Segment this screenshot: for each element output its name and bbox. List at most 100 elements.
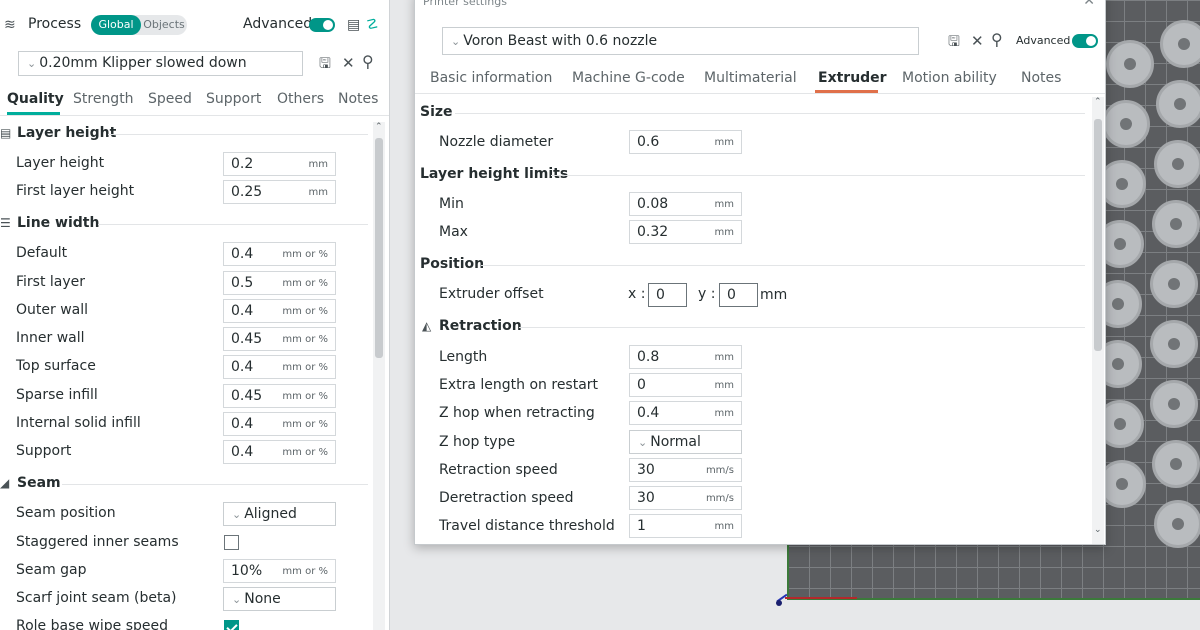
section-retraction: ◭ Retraction [422, 318, 522, 334]
deretraction-speed-label: Deretraction speed [439, 490, 574, 506]
share-icon[interactable]: ☡ [366, 16, 379, 34]
offset-unit: mm [760, 287, 788, 303]
process-preset-value: 0.20mm Klipper slowed down [39, 55, 247, 71]
tab-basic-information[interactable]: Basic information [430, 70, 552, 86]
section-seam: ◢ Seam [0, 475, 61, 491]
global-option[interactable]: Global [91, 15, 141, 35]
min-layer-height-input[interactable]: 0.08 mm [629, 192, 742, 216]
dialog-scrollbar-thumb[interactable] [1094, 119, 1102, 351]
printer-preset-value: Voron Beast with 0.6 nozzle [463, 33, 658, 49]
section-seam-title: Seam [17, 475, 61, 491]
offset-x-input[interactable]: 0 [648, 283, 687, 307]
section-layer-height: ▤ Layer height [0, 125, 116, 141]
tab-multimaterial[interactable]: Multimaterial [704, 70, 797, 86]
z-hop-input[interactable]: 0.4 mm [629, 401, 742, 425]
travel-threshold-input[interactable]: 1 mm [629, 514, 742, 538]
process-scrollbar[interactable]: ⌃ [373, 122, 385, 630]
model-part[interactable] [1152, 200, 1200, 248]
line-default-value: 0.4 [231, 246, 254, 262]
tab-support[interactable]: Support [206, 91, 261, 107]
retraction-speed-input[interactable]: 30 mm/s [629, 458, 742, 482]
save-icon[interactable]: 🖫 [948, 33, 960, 51]
line-inner-wall-input[interactable]: 0.45 mm or % [223, 327, 336, 351]
line-support-input[interactable]: 0.4 mm or % [223, 440, 336, 464]
tab-machine-gcode[interactable]: Machine G-code [572, 70, 685, 86]
line-first-layer-input[interactable]: 0.5 mm or % [223, 271, 336, 295]
advanced-toggle[interactable] [309, 18, 335, 32]
tab-speed[interactable]: Speed [148, 91, 192, 107]
tab-extruder[interactable]: Extruder [818, 70, 887, 86]
advanced-toggle[interactable] [1072, 34, 1098, 48]
save-icon[interactable]: 🖫 [319, 55, 331, 73]
model-part[interactable] [1106, 40, 1154, 88]
line-outer-wall-input[interactable]: 0.4 mm or % [223, 299, 336, 323]
role-wipe-speed-checkbox[interactable] [224, 620, 239, 630]
dialog-close-icon[interactable]: ✕ [1083, 0, 1095, 9]
process-scrollbar-thumb[interactable] [375, 138, 383, 358]
search-icon[interactable]: ⚲ [362, 53, 374, 71]
process-preset-select[interactable]: ⌄ 0.20mm Klipper slowed down [18, 51, 303, 76]
max-layer-height-label: Max [439, 224, 468, 240]
search-icon[interactable]: ⚲ [991, 31, 1003, 49]
min-layer-height-label: Min [439, 196, 464, 212]
seam-gap-label: Seam gap [16, 562, 87, 578]
model-part[interactable] [1150, 380, 1198, 428]
extra-length-label: Extra length on restart [439, 377, 599, 393]
extra-length-input[interactable]: 0 mm [629, 373, 742, 397]
scarf-seam-select[interactable]: ⌄ None [223, 587, 336, 611]
close-icon[interactable]: ✕ [342, 54, 355, 72]
model-part[interactable] [1156, 80, 1200, 128]
tab-strength[interactable]: Strength [73, 91, 134, 107]
max-layer-height-input[interactable]: 0.32 mm [629, 220, 742, 244]
tab-others[interactable]: Others [277, 91, 324, 107]
line-top-surface-input[interactable]: 0.4 mm or % [223, 355, 336, 379]
nozzle-diameter-input[interactable]: 0.6 mm [629, 130, 742, 154]
compare-icon[interactable]: ▤ [347, 16, 360, 34]
line-default-input[interactable]: 0.4 mm or % [223, 242, 336, 266]
objects-option[interactable]: Objects [141, 15, 187, 35]
deretraction-speed-input[interactable]: 30 mm/s [629, 486, 742, 510]
tab-quality[interactable]: Quality [7, 91, 64, 107]
seam-gap-input[interactable]: 10% mm or % [223, 559, 336, 583]
model-part[interactable] [1154, 500, 1200, 548]
model-part[interactable] [1150, 320, 1198, 368]
model-part[interactable] [1152, 440, 1200, 488]
scroll-down-icon[interactable]: ⌄ [1094, 525, 1102, 535]
first-layer-height-input[interactable]: 0.25 mm [223, 180, 336, 204]
model-part[interactable] [1102, 100, 1150, 148]
section-divider [519, 327, 1085, 328]
model-part[interactable] [1160, 20, 1200, 68]
global-objects-switch[interactable]: Global Objects [91, 15, 187, 35]
seam-position-select[interactable]: ⌄ Aligned [223, 502, 336, 526]
model-part[interactable] [1154, 140, 1200, 188]
retraction-icon: ◭ [422, 319, 432, 333]
line-top-surface-value: 0.4 [231, 359, 254, 375]
line-sparse-infill-input[interactable]: 0.45 mm or % [223, 384, 336, 408]
line-sparse-infill-value: 0.45 [231, 388, 263, 404]
tab-notes[interactable]: Notes [1021, 70, 1061, 86]
extruder-offset-label: Extruder offset [439, 286, 544, 302]
x-axis-indicator [785, 597, 857, 599]
offset-y-input[interactable]: 0 [719, 283, 758, 307]
z-hop-type-select[interactable]: ⌄ Normal [629, 430, 742, 454]
dialog-scrollbar[interactable]: ⌃ ⌄ [1092, 97, 1104, 544]
retract-length-input[interactable]: 0.8 mm [629, 345, 742, 369]
scroll-up-icon[interactable]: ⌃ [375, 122, 383, 132]
layer-height-input[interactable]: 0.2 mm [223, 152, 336, 176]
close-icon[interactable]: ✕ [971, 32, 984, 50]
first-layer-height-label: First layer height [16, 183, 135, 199]
line-internal-solid-input[interactable]: 0.4 mm or % [223, 412, 336, 436]
section-position: Position [420, 256, 485, 272]
model-part[interactable] [1150, 260, 1198, 308]
staggered-seams-checkbox[interactable] [224, 535, 239, 550]
advanced-label: Advanced [1016, 34, 1071, 47]
section-divider [98, 224, 368, 225]
printer-preset-select[interactable]: ⌄ Voron Beast with 0.6 nozzle [442, 27, 919, 55]
build-plate-edge [787, 540, 1200, 600]
scroll-up-icon[interactable]: ⌃ [1094, 97, 1102, 107]
tab-notes[interactable]: Notes [338, 91, 378, 107]
tab-motion-ability[interactable]: Motion ability [902, 70, 997, 86]
line-default-unit: mm or % [282, 249, 328, 260]
line-outer-wall-value: 0.4 [231, 303, 254, 319]
retract-length-value: 0.8 [637, 349, 660, 365]
